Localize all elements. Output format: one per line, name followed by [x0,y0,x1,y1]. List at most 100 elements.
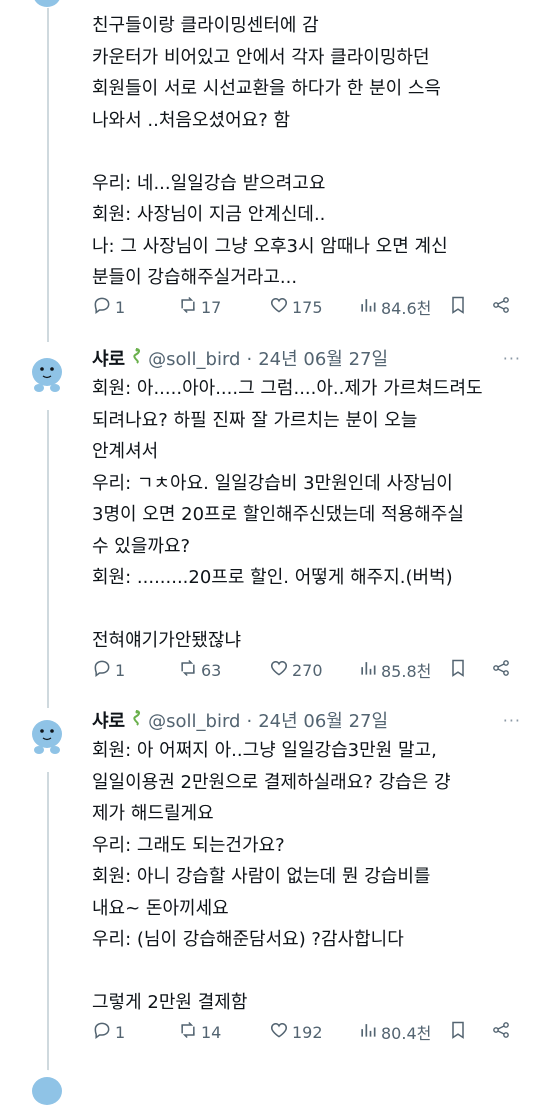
repost-count: 17 [201,297,222,317]
tweet-body-line: 수 있을까요? [92,535,191,557]
separator-dot: · [246,349,253,370]
like-count: 175 [292,297,323,317]
tweet-body-line: 되려나요? 하필 진짜 잘 가르치는 분이 오늘 [92,409,418,431]
tweet-body-line: 전혀얘기가안됐잖냐 [92,630,242,651]
tweet-date[interactable]: 24년 06월 27일 [258,710,388,734]
tweet-body-line: 우리: ㄱㅊ아요. 일일강습비 3만원인데 사장님이 [92,472,453,494]
reply-count: 1 [115,297,126,317]
avatar[interactable] [25,713,69,757]
thread-line [47,772,49,1078]
reply-button[interactable]: 1 [92,295,125,319]
reply-count: 1 [115,1022,126,1042]
like-icon [269,658,289,682]
share-icon [491,658,511,682]
bookmark-button[interactable] [448,295,468,319]
dragon-emoji [128,709,144,727]
views-button[interactable]: 84.6천 [358,295,431,319]
views-button[interactable]: 80.4천 [358,1020,431,1044]
tweet-header: 샤로 @soll_bird · 24년 06월 27일 [92,709,523,734]
avatar[interactable] [25,351,69,395]
reply-icon [92,295,112,319]
like-count: 270 [292,660,323,680]
tweet-body-line: ​ [92,956,523,988]
retweet-icon [178,658,198,682]
tweet-body-line: ​ [92,594,523,626]
like-count: 192 [292,1022,323,1042]
tweet-body-line: 제가 해드릴게요 [92,803,214,824]
thread-line [47,410,49,708]
tweet[interactable]: 샤로 @soll_bird · 24년 06월 27일 ··· 회원: 아...… [92,347,523,657]
bookmark-button[interactable] [448,658,468,682]
tweet-body-line: 그렇게 2만원 결제함 [92,992,248,1013]
bookmark-icon [448,295,468,319]
tweet-body-line: 안계셔서 [92,441,159,462]
share-button[interactable] [491,295,511,319]
tweet-body-line: 우리: 네...일일강습 받으려고요 [92,172,326,194]
thread-line [47,0,49,342]
share-button[interactable] [491,1020,511,1044]
bookmark-icon [448,1020,468,1044]
tweet-body: 회원: 아 어쩌지 아..그냥 일일강습3만원 말고, 일일이용권 2만원으로 … [92,735,523,1019]
like-button[interactable]: 192 [269,1020,323,1044]
repost-count: 63 [201,660,222,680]
display-name[interactable]: 샤로 [92,348,125,372]
views-count: 85.8천 [381,662,432,681]
avatar[interactable] [25,0,69,8]
bookmark-button[interactable] [448,1020,468,1044]
share-icon [491,1020,511,1044]
tweet-body-line: 나와서 ..처음오셨어요? 함 [92,109,291,131]
tweet-body: 친구들이랑 클라이밍센터에 감 카운터가 비어있고 안에서 각자 클라이밍하던 … [92,10,523,294]
views-count: 80.4천 [381,1024,432,1043]
like-icon [269,295,289,319]
like-icon [269,1020,289,1044]
like-button[interactable]: 270 [269,658,323,682]
tweet-body-line: 회원: 사장님이 지금 안계신데.. [92,204,326,225]
action-bar: 1 63 270 85.8천 [92,656,523,684]
tweet-date[interactable]: 24년 06월 27일 [258,348,388,372]
tweet-body-line: 회원: .........20프로 할인. 어떻게 해주지.(버벅) [92,567,453,588]
tweet-body-line: 회원들이 서로 시선교환을 하다가 한 분이 스윽 [92,78,441,99]
repost-count: 14 [201,1022,222,1042]
like-button[interactable]: 175 [269,295,323,319]
tweet-body-line: 친구들이랑 클라이밍센터에 감 [92,15,319,36]
tweet-body-line: 3명이 오면 20프로 할인해주신댔는데 적용해주실 [92,504,464,525]
tweet-body-line: 나: 그 사장님이 그냥 오후3시 암때나 오면 계신 [92,235,448,257]
display-name[interactable]: 샤로 [92,710,125,734]
separator-dot: · [246,711,253,732]
tweet-body-line: 회원: 아.....아아....그 그럼....아..제가 가르쳐드려도 [92,378,483,399]
tweet-body-line: 일일이용권 2만원으로 결제하실래요? 강습은 걍 [92,771,451,793]
tweet-body-line: 우리: (님이 강습해준담서요) ?감사합니다 [92,929,404,950]
repost-button[interactable]: 17 [178,295,221,319]
tweet-body: 회원: 아.....아아....그 그럼....아..제가 가르쳐드려도 되려나… [92,373,523,657]
tweet-body-line: 분들이 강습해주실거라고... [92,267,298,288]
views-icon [358,295,378,319]
repost-button[interactable]: 63 [178,658,221,682]
share-icon [491,295,511,319]
tweet-body-line: 회원: 아니 강습할 사람이 없는데 뭔 강습비를 [92,866,431,887]
share-button[interactable] [491,658,511,682]
action-bar: 1 14 192 80.4천 [92,1018,523,1046]
dragon-emoji [128,347,144,365]
tweet-body-line: 우리: 그래도 되는건가요? [92,834,285,856]
action-bar: 1 17 175 84.6천 [92,293,523,321]
reply-icon [92,658,112,682]
reply-count: 1 [115,660,126,680]
more-icon[interactable]: ··· [503,349,521,368]
user-handle[interactable]: @soll_bird [148,710,240,734]
user-handle[interactable]: @soll_bird [148,348,240,372]
more-icon[interactable]: ··· [503,711,521,730]
bookmark-icon [448,658,468,682]
tweet-body-line: 내요~ 돈아끼세요 [92,897,229,919]
avatar[interactable] [25,1070,69,1114]
views-icon [358,1020,378,1044]
reply-button[interactable]: 1 [92,1020,125,1044]
tweet-body-line: 회원: 아 어쩌지 아..그냥 일일강습3만원 말고, [92,740,437,761]
reply-button[interactable]: 1 [92,658,125,682]
tweet-top[interactable]: 친구들이랑 클라이밍센터에 감 카운터가 비어있고 안에서 각자 클라이밍하던 … [92,10,523,294]
retweet-icon [178,295,198,319]
repost-button[interactable]: 14 [178,1020,221,1044]
tweet-body-line: ​ [92,136,523,168]
tweet[interactable]: 샤로 @soll_bird · 24년 06월 27일 ··· 회원: 아 어쩌… [92,709,523,1019]
retweet-icon [178,1020,198,1044]
views-button[interactable]: 85.8천 [358,658,431,682]
